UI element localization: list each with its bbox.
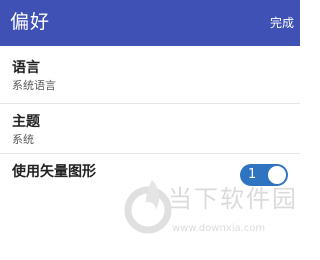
pref-language[interactable]: 语言 系统语言 — [0, 58, 300, 104]
page-title: 偏好 — [10, 11, 51, 33]
pref-language-title: 语言 — [12, 60, 40, 76]
done-button[interactable]: 完成 — [270, 14, 294, 32]
watermark-url: www.downxia.com — [172, 223, 266, 234]
pref-theme-title: 主题 — [12, 114, 40, 130]
pref-language-summary: 系统语言 — [12, 79, 56, 92]
watermark-brand: 当下软件园 — [168, 185, 298, 213]
watermark: 当下软件园 www.downxia.com — [122, 170, 300, 244]
pref-theme[interactable]: 主题 系统 — [0, 112, 300, 154]
app-bar: 偏好 完成 — [0, 0, 300, 46]
pref-theme-summary: 系统 — [12, 133, 34, 146]
